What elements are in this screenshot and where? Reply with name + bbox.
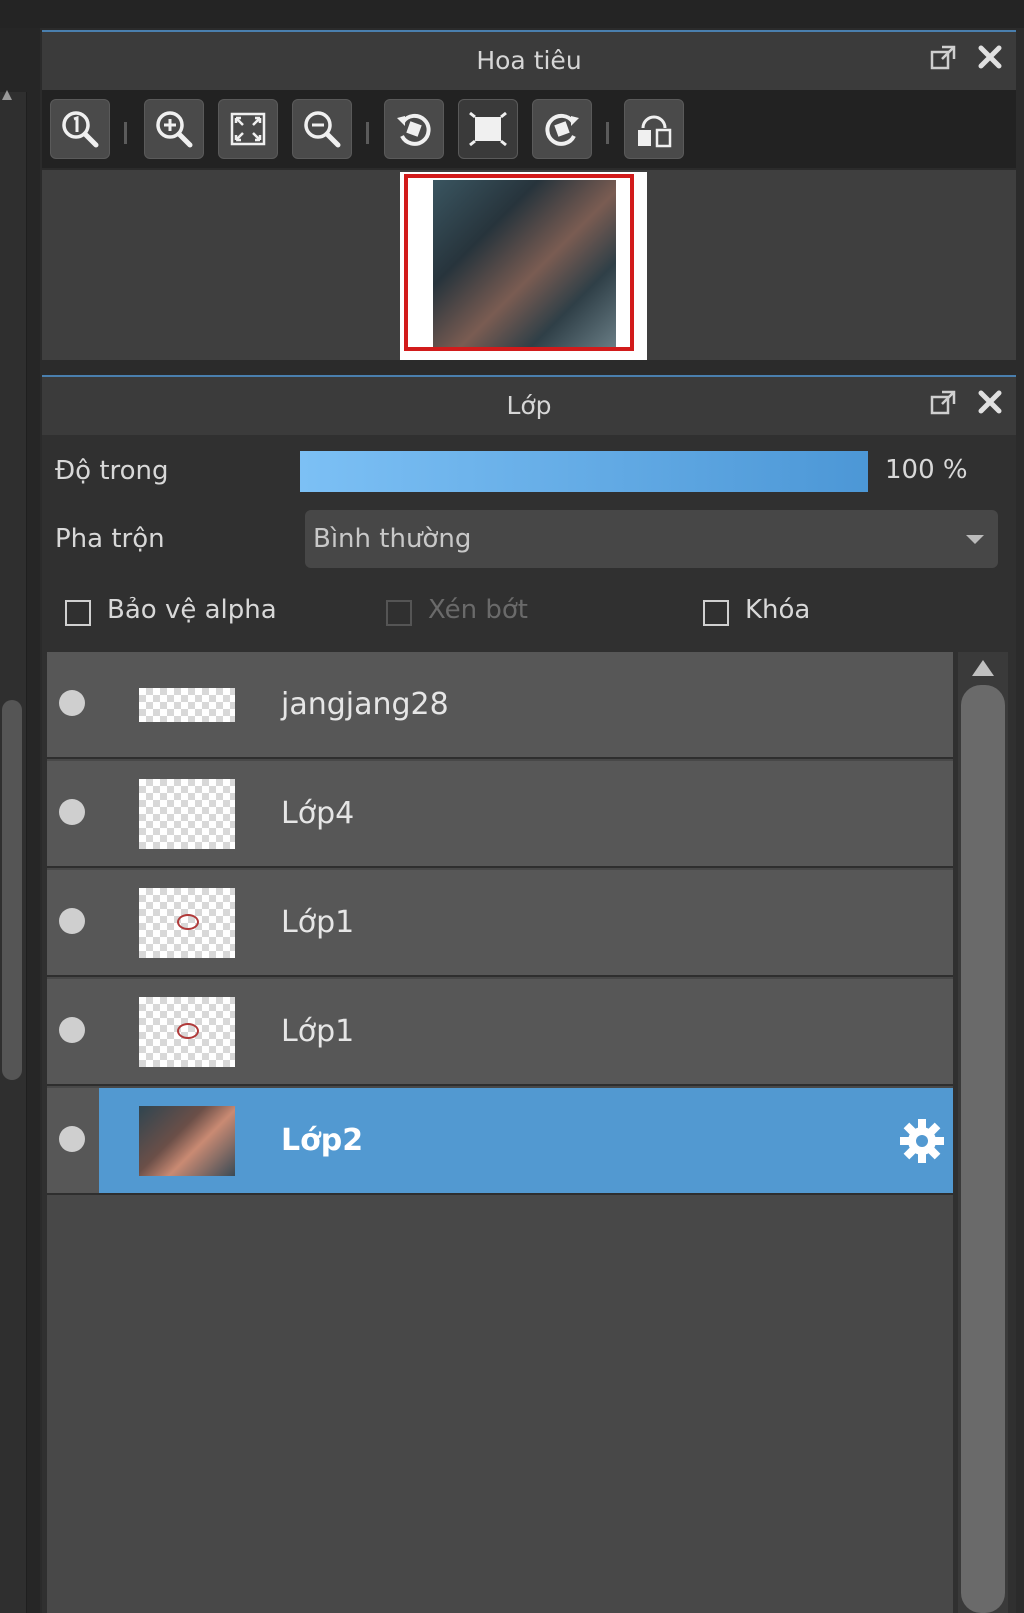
toolbar-separator bbox=[366, 122, 369, 144]
protect-alpha-checkbox[interactable] bbox=[65, 600, 91, 626]
rotate-left-button[interactable] bbox=[384, 99, 444, 159]
close-icon bbox=[978, 390, 1002, 414]
layer-list-scroll-thumb[interactable] bbox=[961, 685, 1005, 1613]
opacity-label: Độ trong bbox=[55, 456, 169, 486]
navigator-float-button[interactable] bbox=[928, 44, 958, 74]
toolbar-separator bbox=[124, 122, 127, 144]
viewport-frame[interactable] bbox=[404, 174, 634, 351]
flip-horizontal-button[interactable] bbox=[624, 99, 684, 159]
layer-row[interactable]: Lớp1 bbox=[47, 870, 953, 977]
float-window-icon bbox=[930, 390, 956, 415]
navigator-toolbar bbox=[42, 90, 1016, 168]
lock-checkbox[interactable] bbox=[703, 600, 729, 626]
rotate-left-icon bbox=[397, 113, 431, 146]
lock-label: Khóa bbox=[745, 595, 811, 625]
zoom-actual-size-icon bbox=[62, 111, 99, 148]
layer-name: Lớp1 bbox=[281, 1014, 355, 1049]
layer-thumbnail bbox=[139, 888, 235, 958]
rotate-right-icon bbox=[545, 113, 579, 146]
opacity-slider-fill[interactable] bbox=[300, 451, 868, 492]
visibility-toggle[interactable] bbox=[59, 1126, 85, 1152]
layers-title: Lớp bbox=[506, 391, 552, 420]
opacity-value: 100 % bbox=[885, 455, 968, 485]
blend-mode-select[interactable]: Bình thường bbox=[305, 510, 998, 568]
zoom-in-icon bbox=[156, 111, 193, 148]
layers-panel-header: Lớp bbox=[42, 375, 1016, 435]
layer-row[interactable]: jangjang28 bbox=[47, 652, 953, 759]
fit-to-window-button[interactable] bbox=[218, 99, 278, 159]
window-top-strip bbox=[0, 0, 1024, 28]
blend-mode-value: Bình thường bbox=[313, 524, 472, 554]
navigator-title: Hoa tiêu bbox=[476, 46, 582, 75]
scroll-up-icon[interactable] bbox=[972, 660, 994, 676]
toolbar-separator bbox=[606, 122, 609, 144]
layers-close-button[interactable] bbox=[975, 389, 1005, 419]
navigator-preview[interactable] bbox=[42, 170, 1016, 360]
gear-icon[interactable] bbox=[897, 1116, 947, 1166]
layer-name: jangjang28 bbox=[281, 687, 449, 722]
navigator-panel-header: Hoa tiêu bbox=[42, 30, 1016, 90]
layer-name: Lớp2 bbox=[281, 1123, 364, 1158]
layer-row[interactable]: Lớp4 bbox=[47, 761, 953, 868]
visibility-toggle[interactable] bbox=[59, 1017, 85, 1043]
layer-thumbnail bbox=[139, 1106, 235, 1176]
visibility-toggle[interactable] bbox=[59, 690, 85, 716]
clipping-label: Xén bớt bbox=[428, 595, 528, 625]
float-window-icon bbox=[930, 45, 956, 70]
layer-row-selected[interactable]: Lớp2 bbox=[47, 1088, 953, 1195]
layer-thumbnail bbox=[139, 997, 235, 1067]
layer-list: jangjang28 Lớp4 Lớp1 Lớp1 Lớp2 bbox=[47, 652, 953, 1613]
layer-thumbnail bbox=[139, 779, 235, 849]
layer-row[interactable]: Lớp1 bbox=[47, 979, 953, 1086]
visibility-toggle[interactable] bbox=[59, 799, 85, 825]
layer-name: Lớp4 bbox=[281, 796, 355, 831]
blend-mode-label: Pha trộn bbox=[55, 524, 165, 554]
rotate-right-button[interactable] bbox=[532, 99, 592, 159]
fit-to-window-icon bbox=[230, 112, 266, 146]
fit-canvas-button[interactable] bbox=[458, 99, 518, 159]
layer-name: Lớp1 bbox=[281, 905, 355, 940]
close-icon bbox=[978, 45, 1002, 69]
layer-thumbnail bbox=[139, 688, 235, 722]
fit-canvas-icon bbox=[469, 111, 507, 147]
flip-horizontal-icon bbox=[638, 115, 672, 148]
layers-float-button[interactable] bbox=[928, 389, 958, 419]
zoom-out-button[interactable] bbox=[292, 99, 352, 159]
left-scroll-thumb[interactable] bbox=[2, 700, 22, 1080]
zoom-actual-size-button[interactable] bbox=[50, 99, 110, 159]
clipping-checkbox bbox=[386, 600, 412, 626]
protect-alpha-label: Bảo vệ alpha bbox=[107, 595, 277, 625]
left-scroll-up-icon[interactable] bbox=[2, 90, 12, 100]
visibility-toggle[interactable] bbox=[59, 908, 85, 934]
chevron-down-icon bbox=[966, 535, 984, 544]
zoom-out-icon bbox=[304, 111, 341, 148]
zoom-in-button[interactable] bbox=[144, 99, 204, 159]
navigator-close-button[interactable] bbox=[975, 44, 1005, 74]
